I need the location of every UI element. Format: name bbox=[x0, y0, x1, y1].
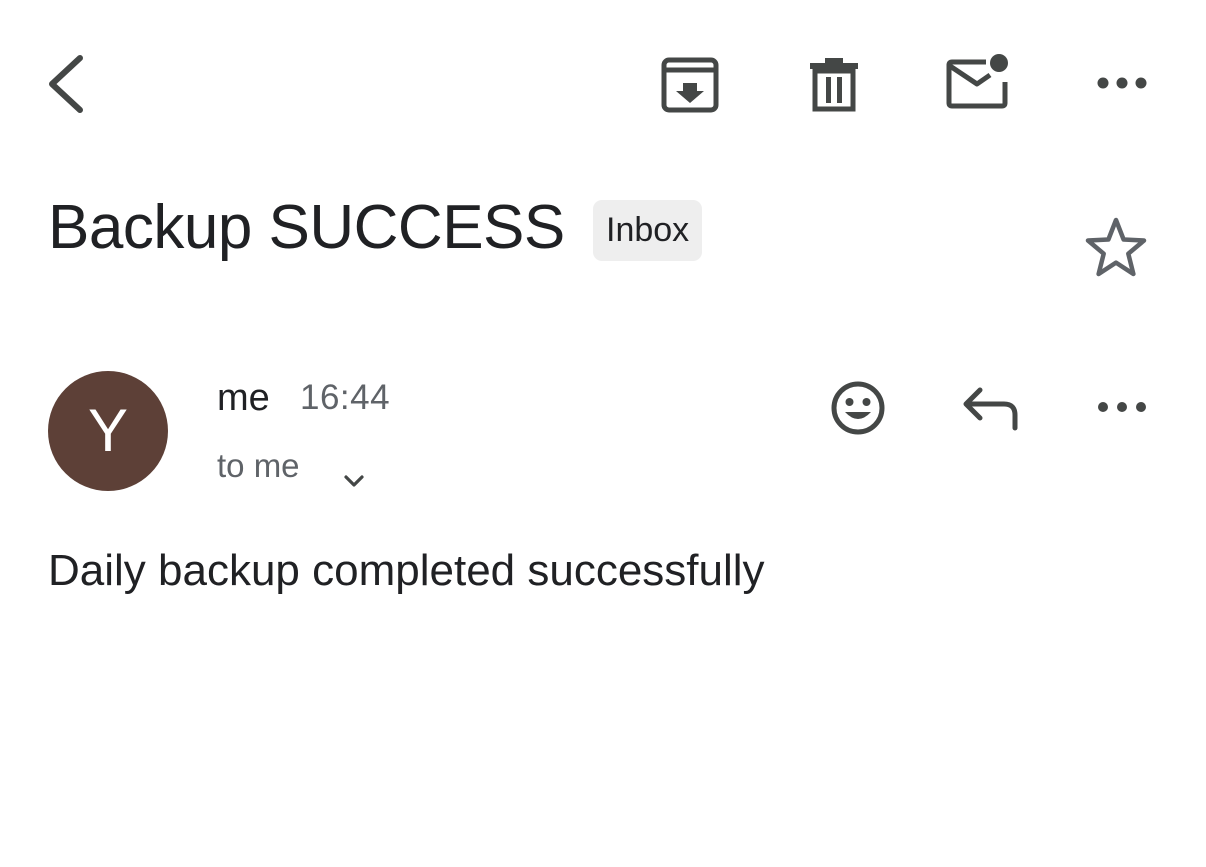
inbox-label-chip[interactable]: Inbox bbox=[593, 200, 703, 261]
more-options-icon[interactable] bbox=[1094, 72, 1150, 94]
archive-icon[interactable] bbox=[660, 56, 720, 114]
message-time: 16:44 bbox=[300, 378, 391, 417]
message-more-options-icon[interactable] bbox=[1094, 396, 1150, 418]
message-body: Daily backup completed successfully bbox=[48, 546, 765, 595]
sender-name: me bbox=[217, 377, 270, 419]
trash-icon[interactable] bbox=[806, 56, 862, 114]
recipients-text: to me bbox=[217, 447, 300, 484]
recipients-toggle[interactable]: to me bbox=[217, 446, 364, 487]
mark-unread-icon[interactable] bbox=[944, 52, 1012, 112]
reply-icon[interactable] bbox=[960, 384, 1024, 434]
chevron-down-icon bbox=[343, 458, 365, 498]
emoji-reaction-icon[interactable] bbox=[828, 378, 888, 438]
star-icon[interactable] bbox=[1083, 215, 1149, 279]
email-subject: Backup SUCCESS bbox=[48, 193, 565, 262]
back-arrow-icon[interactable] bbox=[44, 52, 88, 116]
sender-avatar[interactable]: Y bbox=[48, 371, 168, 491]
